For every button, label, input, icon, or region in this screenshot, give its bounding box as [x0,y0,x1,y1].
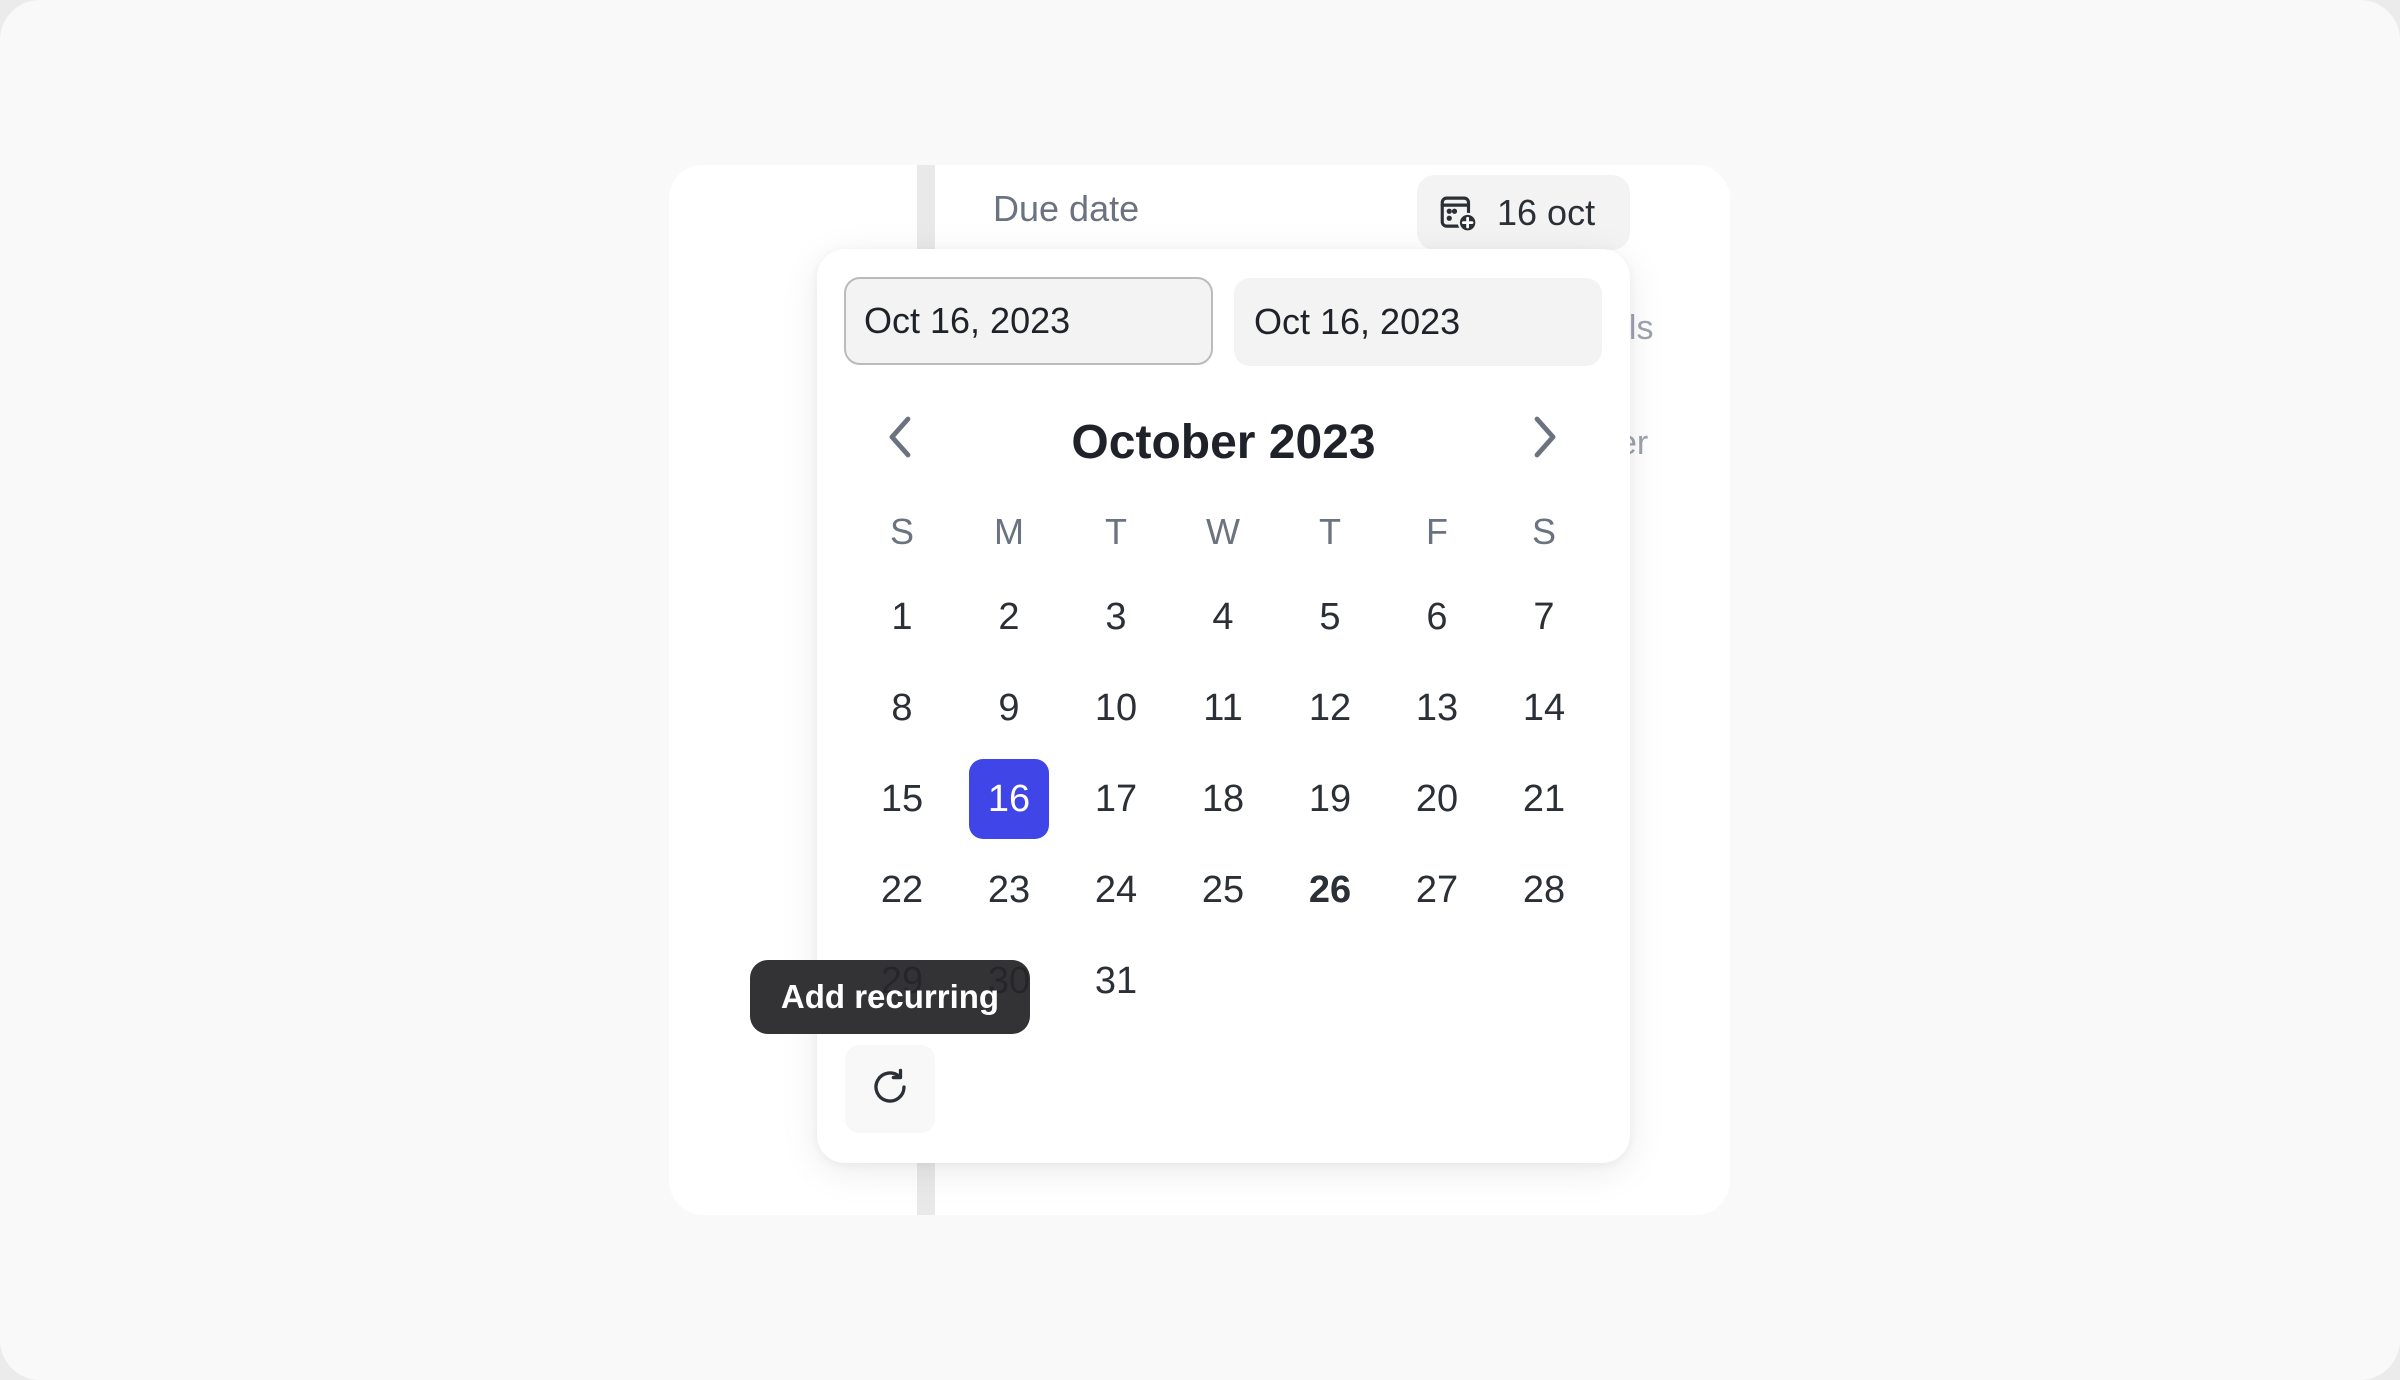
day-cell[interactable]: 9 [969,668,1049,748]
day-cell[interactable]: 25 [1183,850,1263,930]
due-date-label: Due date [993,188,1140,229]
weekday-header: S [1531,511,1556,552]
day-cell[interactable]: 12 [1290,668,1370,748]
day-cell[interactable]: 3 [1076,577,1156,657]
day-cell[interactable]: 7 [1504,577,1584,657]
day-cell-today[interactable]: 26 [1290,850,1370,930]
day-cell[interactable]: 4 [1183,577,1263,657]
day-cell[interactable]: 11 [1183,668,1263,748]
day-cell[interactable]: 19 [1290,759,1370,839]
weekday-header: S [889,511,914,552]
chevron-right-icon [1530,415,1560,464]
weekday-header: F [1426,511,1448,552]
weekday-header: M [994,511,1024,552]
day-cell[interactable]: 2 [969,577,1049,657]
day-cell[interactable]: 6 [1397,577,1477,657]
day-cell[interactable]: 1 [862,577,942,657]
day-cell[interactable]: 15 [862,759,942,839]
end-date-input[interactable]: Oct 16, 2023 [1234,278,1602,366]
day-cell[interactable]: 13 [1397,668,1477,748]
day-cell[interactable]: 21 [1504,759,1584,839]
day-cell[interactable]: 14 [1504,668,1584,748]
day-cell[interactable]: 24 [1076,850,1156,930]
day-cell[interactable]: 23 [969,850,1049,930]
weekday-header: T [1105,511,1127,552]
month-title: October 2023 [1071,416,1376,469]
day-cell[interactable]: 28 [1504,850,1584,930]
day-cell[interactable]: 17 [1076,759,1156,839]
calendar-plus-icon [1435,190,1481,236]
day-cell[interactable]: 18 [1183,759,1263,839]
day-cell[interactable]: 10 [1076,668,1156,748]
next-month-button[interactable] [1515,409,1575,469]
day-cell-selected[interactable]: 16 [969,759,1049,839]
add-recurring-tooltip: Add recurring [750,960,1030,1034]
start-date-input[interactable]: Oct 16, 2023 [844,277,1213,365]
due-date-value: 16 oct [1497,191,1596,233]
day-cell[interactable]: 22 [862,850,942,930]
day-cell[interactable]: 5 [1290,577,1370,657]
weekday-header: T [1319,511,1341,552]
day-cell[interactable]: 27 [1397,850,1477,930]
day-cell[interactable]: 8 [862,668,942,748]
calendar-header: October 2023 [817,409,1630,469]
day-cell[interactable]: 31 [1076,941,1156,1021]
add-recurring-button[interactable] [845,1045,935,1133]
due-date-chip[interactable]: 16 oct [1417,175,1630,250]
weekday-header: W [1206,511,1240,552]
repeat-icon [869,1066,911,1113]
day-cell[interactable]: 20 [1397,759,1477,839]
